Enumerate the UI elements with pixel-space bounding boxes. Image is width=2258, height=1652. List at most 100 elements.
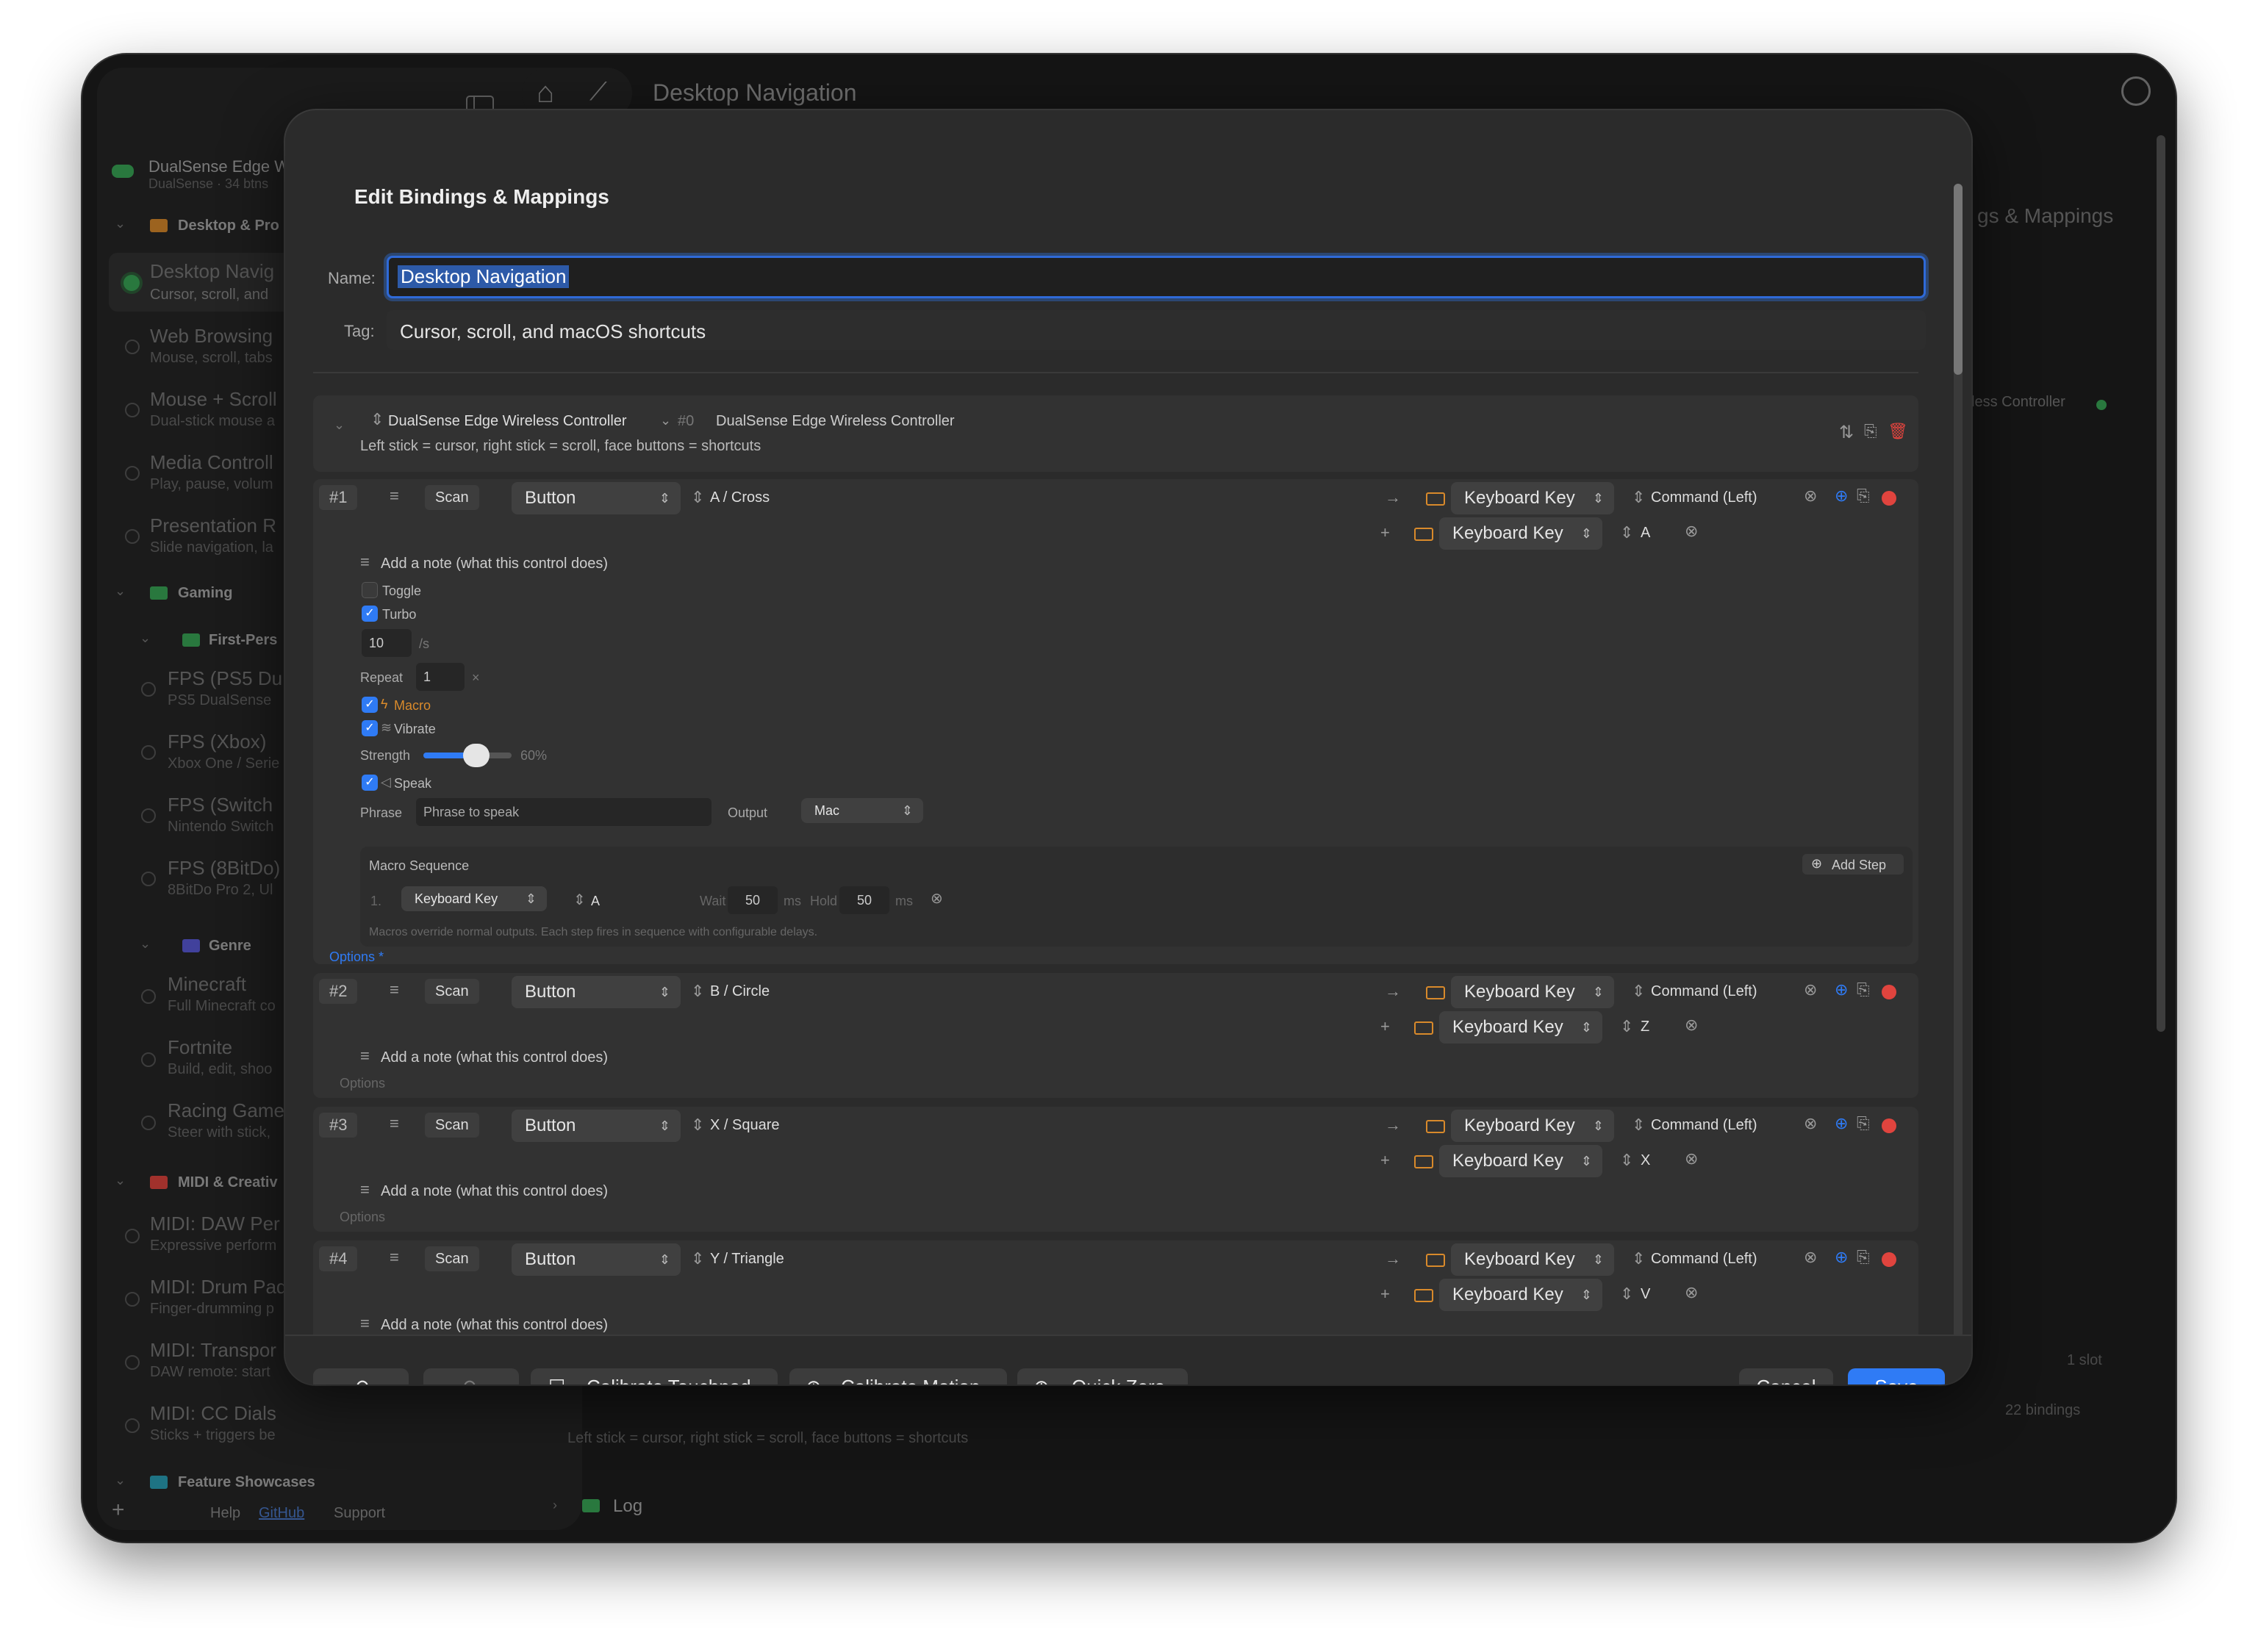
scan-button[interactable]: Scan (425, 1113, 479, 1138)
speak-checkbox[interactable]: ✓ (362, 775, 378, 791)
calibrate-touchpad-button[interactable]: ☐ Calibrate Touchpad (531, 1368, 778, 1385)
clear-icon[interactable]: ⊗ (1804, 1248, 1817, 1267)
turbo-label: Turbo (382, 607, 417, 622)
input-control-select[interactable]: Y / Triangle (710, 1251, 784, 1268)
clear-icon[interactable]: ⊗ (1804, 486, 1817, 506)
scan-button[interactable]: Scan (425, 1246, 479, 1271)
wait-input[interactable]: 50 (728, 886, 778, 914)
hold-input[interactable]: 50 (839, 886, 889, 914)
clear-icon[interactable]: ⊗ (1685, 1283, 1698, 1302)
trash-icon[interactable]: 🗑 (1888, 422, 1908, 441)
input-type-select[interactable]: Button ⇕ (512, 976, 681, 1008)
chevron-down-icon[interactable]: ⌄ (334, 417, 345, 433)
vibrate-checkbox[interactable]: ✓ (362, 720, 378, 736)
options-toggle[interactable]: Options (340, 1076, 385, 1091)
input-type-select[interactable]: Button ⇕ (512, 482, 681, 514)
controller-select[interactable]: DualSense Edge Wireless Controller (388, 413, 627, 430)
remove-binding-icon[interactable] (1882, 1252, 1896, 1267)
redo-button[interactable]: ↷ (423, 1368, 519, 1385)
output-type-select[interactable]: Keyboard Key ⇕ (1439, 1145, 1602, 1177)
output-type-select[interactable]: Keyboard Key ⇕ (1451, 1110, 1614, 1142)
lightning-icon: ϟ (381, 697, 388, 711)
plus-icon: + (1380, 1285, 1390, 1303)
scan-button[interactable]: Scan (425, 979, 479, 1004)
scan-button[interactable]: Scan (425, 485, 479, 510)
output-key-select[interactable]: A (1641, 525, 1650, 542)
binding-number: #1 (319, 485, 358, 510)
strength-knob[interactable] (463, 744, 490, 767)
drag-handle-icon[interactable]: ≡ (390, 1114, 399, 1133)
clear-icon[interactable]: ⊗ (1685, 522, 1698, 541)
copy-icon[interactable]: ⎘ (1857, 1248, 1870, 1267)
copy-icon[interactable]: ⎘ (1857, 1114, 1870, 1133)
drag-handle-icon[interactable]: ≡ (390, 980, 399, 999)
calibrate-motion-button[interactable]: ⊛ Calibrate Motion (789, 1368, 1007, 1385)
drag-handle-icon[interactable]: ≡ (390, 1248, 399, 1267)
add-output-icon[interactable]: ⊕ (1835, 1114, 1848, 1133)
copy-icon[interactable]: ⎘ (1864, 422, 1877, 441)
turbo-rate-input[interactable]: 10 (362, 629, 412, 657)
clear-icon[interactable]: ⊗ (1685, 1016, 1698, 1035)
output-key-select[interactable]: Command (Left) (1651, 1117, 1757, 1134)
updown-icon: ⇕ (691, 1249, 705, 1268)
drag-handle-icon[interactable]: ≡ (390, 486, 399, 506)
turbo-checkbox[interactable]: ✓ (362, 606, 378, 622)
options-toggle[interactable]: Options * (329, 949, 384, 965)
remove-binding-icon[interactable] (1882, 491, 1896, 506)
strength-slider[interactable] (423, 744, 512, 767)
remove-binding-icon[interactable] (1882, 985, 1896, 999)
options-toggle[interactable]: Options (340, 1210, 385, 1225)
copy-icon[interactable]: ⎘ (1857, 980, 1870, 999)
clear-icon[interactable]: ⊗ (1804, 980, 1817, 999)
output-key-select[interactable]: Command (Left) (1651, 489, 1757, 506)
note-input[interactable]: Add a note (what this control does) (381, 1183, 608, 1200)
add-output-icon[interactable]: ⊕ (1835, 980, 1848, 999)
step-key-select[interactable]: A (591, 894, 600, 909)
clear-icon[interactable]: ⊗ (1804, 1114, 1817, 1133)
input-type-select[interactable]: Button ⇕ (512, 1243, 681, 1276)
crosshair-icon: ⊕ (1033, 1368, 1050, 1385)
add-step-button[interactable]: ⊕ Add Step (1802, 854, 1904, 875)
clear-icon[interactable]: ⊗ (1685, 1149, 1698, 1168)
note-input[interactable]: Add a note (what this control does) (381, 1049, 608, 1066)
note-input[interactable]: Add a note (what this control does) (381, 556, 608, 572)
input-control-select[interactable]: B / Circle (710, 983, 770, 1000)
plus-icon: + (1380, 1017, 1390, 1035)
quick-zero-button[interactable]: ⊕ Quick Zero (1017, 1368, 1188, 1385)
input-control-select[interactable]: X / Square (710, 1117, 780, 1134)
toggle-checkbox[interactable] (362, 582, 378, 598)
output-key-select[interactable]: Z (1641, 1019, 1649, 1035)
save-button[interactable]: Save (1848, 1368, 1945, 1385)
note-input[interactable]: Add a note (what this control does) (381, 1317, 608, 1334)
remove-step-icon[interactable]: ⊗ (931, 889, 943, 908)
output-type-select[interactable]: Keyboard Key ⇕ (1451, 976, 1614, 1008)
swap-icon[interactable]: ⇅ (1839, 422, 1854, 443)
add-output-icon[interactable]: ⊕ (1835, 1248, 1848, 1267)
output-type-select[interactable]: Keyboard Key ⇕ (1439, 1279, 1602, 1311)
remove-binding-icon[interactable] (1882, 1118, 1896, 1133)
undo-button[interactable]: ↶ (313, 1368, 409, 1385)
output-key-select[interactable]: X (1641, 1152, 1650, 1169)
macro-checkbox[interactable]: ✓ (362, 697, 378, 713)
add-output-icon[interactable]: ⊕ (1835, 486, 1848, 506)
output-type-select[interactable]: Keyboard Key ⇕ (1439, 1011, 1602, 1044)
output-type-value: Keyboard Key (1464, 1249, 1575, 1269)
output-key-select[interactable]: Command (Left) (1651, 983, 1757, 1000)
output-key-select[interactable]: V (1641, 1286, 1650, 1303)
output-type-select[interactable]: Keyboard Key ⇕ (1439, 517, 1602, 550)
phrase-input[interactable]: Phrase to speak (416, 798, 712, 826)
copy-icon[interactable]: ⎘ (1857, 486, 1870, 506)
repeat-input[interactable]: 1 (416, 663, 465, 691)
input-type-select[interactable]: Button ⇕ (512, 1110, 681, 1142)
output-key-select[interactable]: Command (Left) (1651, 1251, 1757, 1268)
scrollbar-thumb[interactable] (1954, 184, 1963, 375)
output-select[interactable]: Mac ⇕ (801, 798, 923, 823)
output-type-select[interactable]: Keyboard Key ⇕ (1451, 1243, 1614, 1276)
dialog-scrollbar[interactable] (1954, 184, 1963, 1385)
step-type-select[interactable]: Keyboard Key ⇕ (401, 886, 547, 911)
output-type-select[interactable]: Keyboard Key ⇕ (1451, 482, 1614, 514)
cancel-button[interactable]: Cancel (1739, 1368, 1833, 1385)
name-input[interactable]: Desktop Navigation (387, 256, 1926, 298)
tag-input[interactable]: Cursor, scroll, and macOS shortcuts (387, 310, 1926, 350)
input-control-select[interactable]: A / Cross (710, 489, 770, 506)
